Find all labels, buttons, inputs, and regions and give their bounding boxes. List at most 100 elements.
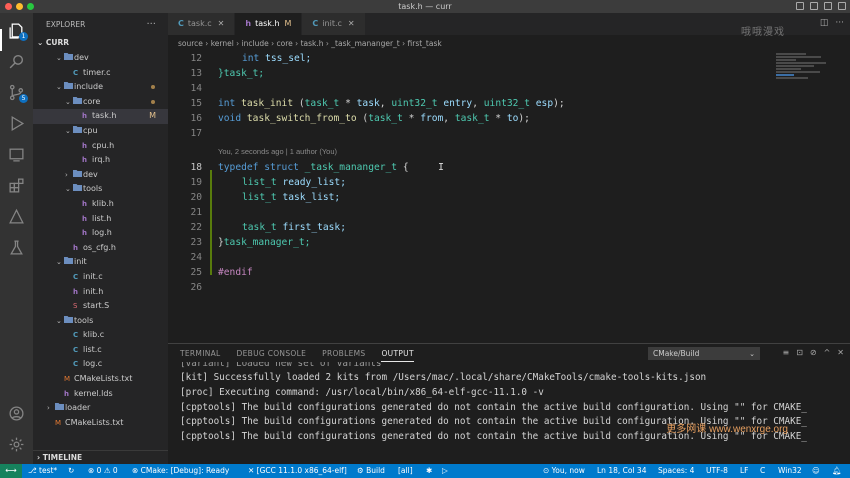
tree-item-label: cpu (83, 125, 98, 135)
debug-icon[interactable]: ✱ (426, 464, 432, 478)
tree-item-label: task.h (92, 111, 117, 121)
cmake-status[interactable]: ⊗ CMake: [Debug]: Ready (132, 464, 229, 478)
folder-item[interactable]: › loader (33, 401, 168, 416)
customize-layout-icon[interactable] (838, 2, 846, 10)
build-button[interactable]: ⚙ Build (357, 464, 385, 478)
window-title: task.h — curr (398, 2, 452, 11)
file-item[interactable]: h log.h (33, 226, 168, 241)
folder-item[interactable]: ⌄ core (33, 95, 168, 110)
breadcrumb-item[interactable]: first_task (408, 39, 442, 48)
timeline-section[interactable]: › TIMELINE (33, 450, 168, 464)
close-icon[interactable]: ✕ (348, 19, 355, 28)
file-item[interactable]: Cinit.c (33, 270, 168, 285)
run-icon[interactable]: ▷ (442, 464, 448, 478)
file-item[interactable]: Cklib.c (33, 328, 168, 343)
folder-icon (64, 51, 74, 66)
source-control-icon[interactable]: 5 (8, 84, 28, 103)
maximize-window-button[interactable] (27, 3, 34, 10)
file-item[interactable]: h cpu.h (33, 139, 168, 154)
search-icon[interactable] (8, 53, 25, 70)
file-item[interactable]: Clog.c (33, 357, 168, 372)
close-panel-icon[interactable]: ✕ (837, 348, 844, 357)
minimize-window-button[interactable] (16, 3, 23, 10)
panel-tab-output[interactable]: OUTPUT (381, 344, 415, 364)
breadcrumb-item[interactable]: task.h (301, 39, 324, 48)
explorer-icon[interactable]: 1 (8, 22, 28, 41)
file-item[interactable]: h klib.h (33, 197, 168, 212)
folder-item[interactable]: ⌄ dev (33, 51, 168, 66)
file-item[interactable]: Sstart.S (33, 299, 168, 314)
cmake-icon[interactable] (8, 208, 25, 225)
sync-icon[interactable]: ↻ (68, 464, 74, 478)
file-item[interactable]: h irq.h (33, 153, 168, 168)
file-item[interactable]: M CMakeLists.txt (33, 416, 168, 431)
file-item[interactable]: h list.h (33, 212, 168, 227)
folder-item[interactable]: › dev (33, 168, 168, 183)
breadcrumb-item[interactable]: kernel (211, 39, 234, 48)
close-window-button[interactable] (5, 3, 12, 10)
folder-item[interactable]: ⌄ tools (33, 182, 168, 197)
testing-icon[interactable] (8, 239, 25, 256)
folder-item[interactable]: ⌄ include (33, 80, 168, 95)
maximize-panel-icon[interactable]: ^ (824, 348, 831, 357)
folder-item[interactable]: ⌄ init (33, 255, 168, 270)
line-number: 12 (190, 53, 202, 64)
remote-explorer-icon[interactable] (8, 146, 25, 163)
lock-icon[interactable]: ⊡ (796, 348, 803, 357)
code-line: #endif (218, 267, 253, 278)
indentation[interactable]: Spaces: 4 (658, 464, 694, 478)
platform[interactable]: Win32 (778, 464, 802, 478)
problems-status[interactable]: ⊗ 0 ⚠ 0 (88, 464, 118, 478)
file-item[interactable]: Ctimer.c (33, 66, 168, 81)
file-item[interactable]: Clist.c (33, 343, 168, 358)
toggle-secondary-sidebar-icon[interactable] (824, 2, 832, 10)
feedback-icon[interactable]: ☺ (812, 464, 820, 478)
remote-indicator-icon[interactable]: ⟷ (0, 464, 22, 478)
git-blame-status[interactable]: ⊙ You, now (543, 464, 585, 478)
more-actions-icon[interactable]: ··· (146, 13, 156, 37)
folder-item[interactable]: ⌄ tools (33, 314, 168, 329)
list-filter-icon[interactable]: ≡ (782, 348, 789, 357)
breadcrumb-item[interactable]: include (242, 39, 269, 48)
file-item[interactable]: h kernel.lds (33, 387, 168, 402)
run-debug-icon[interactable] (8, 115, 25, 132)
panel-tab-problems[interactable]: PROBLEMS (322, 344, 365, 364)
manage-gear-icon[interactable] (8, 436, 25, 453)
explorer-title: EXPLORER (46, 20, 86, 29)
panel-tab-debug-console[interactable]: DEBUG CONSOLE (237, 344, 307, 364)
output-channel-select[interactable]: CMake/Build ⌄ (648, 347, 760, 360)
toggle-sidebar-icon[interactable] (796, 2, 804, 10)
branch-status[interactable]: ⎇ test* (28, 464, 57, 478)
file-item[interactable]: h init.h (33, 285, 168, 300)
extensions-icon[interactable] (8, 177, 25, 194)
encoding[interactable]: UTF-8 (706, 464, 728, 478)
file-item[interactable]: M CMakeLists.txt (33, 372, 168, 387)
code-editor[interactable]: 12 int tss_sel; 13 }task_t; 14 15 int ta… (168, 52, 850, 343)
more-actions-icon[interactable]: ··· (835, 18, 844, 28)
tab-task-c[interactable]: Ctask.c ✕ (168, 13, 236, 35)
folder-item[interactable]: ⌄ cpu (33, 124, 168, 139)
tree-item-label: timer.c (83, 67, 111, 77)
file-item[interactable]: h os_cfg.h (33, 241, 168, 256)
minimap[interactable] (776, 52, 836, 112)
cmake-kit[interactable]: ✕ [GCC 11.1.0 x86_64-elf] (248, 464, 347, 478)
tab-init-c[interactable]: Cinit.c ✕ (302, 13, 366, 35)
breadcrumb-item[interactable]: _task_mananger_t (331, 39, 399, 48)
workspace-root[interactable]: ⌄ CURR (33, 35, 168, 51)
git-blame-lens[interactable]: You, 2 seconds ago | 1 author (You) (218, 147, 337, 156)
build-target[interactable]: [all] (398, 464, 413, 478)
accounts-icon[interactable] (8, 405, 25, 422)
cursor-position[interactable]: Ln 18, Col 34 (597, 464, 646, 478)
breadcrumb-item[interactable]: core (277, 39, 293, 48)
breadcrumb-item[interactable]: source (178, 39, 203, 48)
tab-task-h[interactable]: h task.h M (235, 13, 303, 35)
toggle-panel-icon[interactable] (810, 2, 818, 10)
language-mode[interactable]: C (760, 464, 765, 478)
close-icon[interactable]: ✕ (218, 19, 225, 28)
file-type-icon: h (64, 389, 69, 398)
eol[interactable]: LF (740, 464, 749, 478)
notifications-icon[interactable]: 🔔︎ (832, 464, 842, 478)
panel-tab-terminal[interactable]: TERMINAL (180, 344, 221, 364)
clear-output-icon[interactable]: ⊘ (810, 348, 817, 357)
file-item[interactable]: h task.h M (33, 109, 168, 124)
